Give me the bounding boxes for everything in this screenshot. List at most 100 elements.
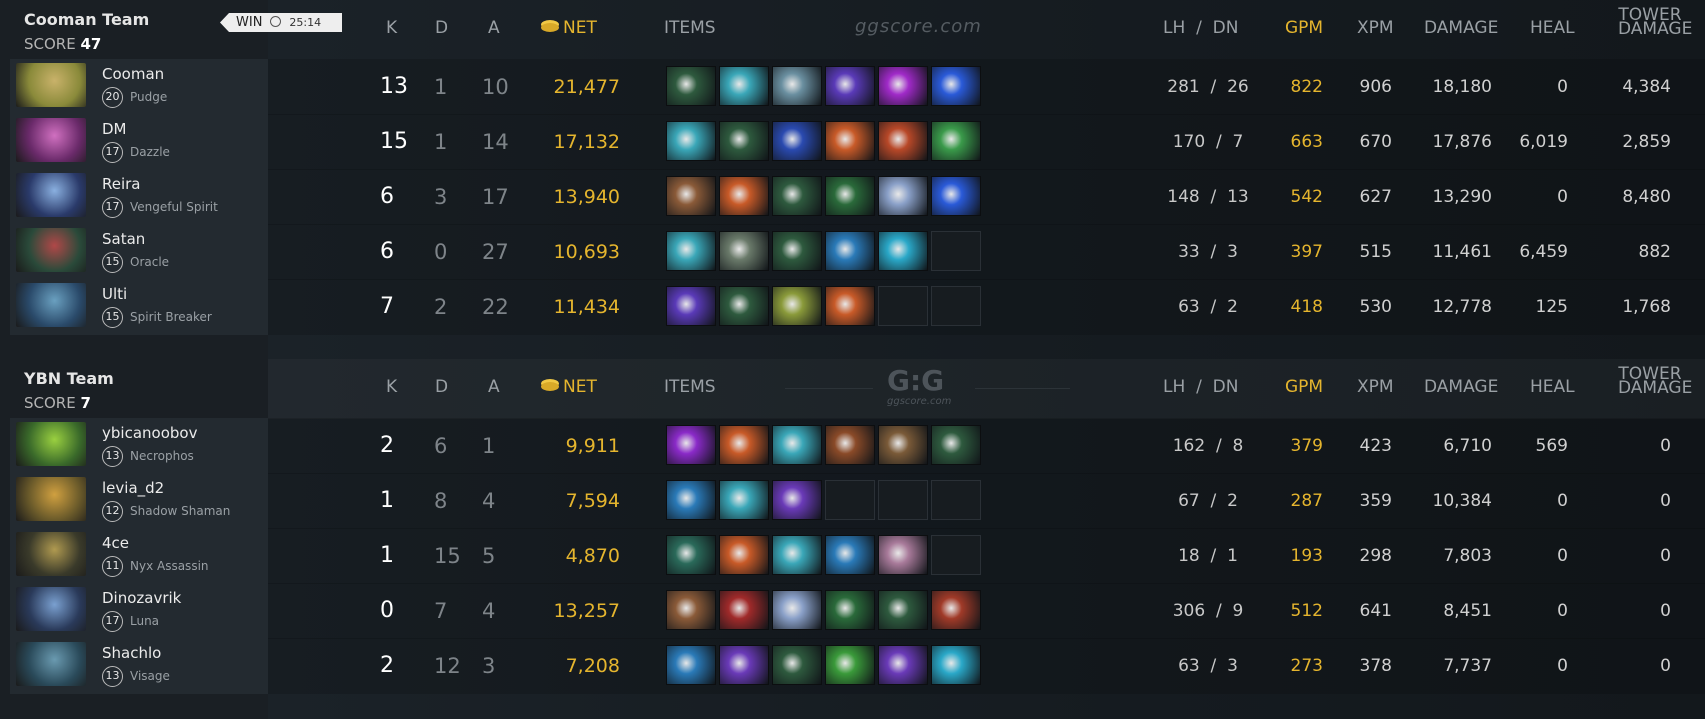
hero-name: Luna: [130, 614, 160, 628]
item-slot-icon[interactable]: [931, 176, 981, 216]
col-xpm: XPM: [1357, 377, 1394, 397]
gpm-value: 822: [1290, 77, 1323, 97]
player-card[interactable]: 4ce 11 Nyx Assassin: [10, 528, 268, 584]
last-hits-value: 33: [1178, 242, 1200, 262]
column-header-row: K D A NET ITEMS LH / DN GPM XPM DAMAGE H…: [268, 359, 1705, 419]
lh-dn-value: 18 / 1: [1178, 546, 1238, 566]
player-card[interactable]: levia_d2 12 Shadow Shaman: [10, 473, 268, 529]
item-slot-icon[interactable]: [931, 66, 981, 106]
item-slot-icon[interactable]: [825, 121, 875, 161]
item-slot-icon[interactable]: [772, 121, 822, 161]
player-card[interactable]: DM 17 Dazzle: [10, 114, 268, 170]
empty-item-slot[interactable]: [931, 231, 981, 271]
item-slot-icon[interactable]: [666, 176, 716, 216]
item-slot-icon[interactable]: [719, 66, 769, 106]
item-slot-icon[interactable]: [666, 231, 716, 271]
item-slot-icon[interactable]: [931, 425, 981, 465]
item-slot-icon[interactable]: [825, 645, 875, 685]
deaths-value: 7: [434, 599, 448, 623]
item-slot-icon[interactable]: [666, 66, 716, 106]
item-slot-icon[interactable]: [719, 645, 769, 685]
player-card[interactable]: Shachlo 13 Visage: [10, 638, 268, 694]
item-slot-icon[interactable]: [772, 535, 822, 575]
team-name: YBN Team: [24, 369, 114, 388]
item-slot-icon[interactable]: [931, 645, 981, 685]
xpm-value: 515: [1359, 242, 1392, 262]
item-slot-icon[interactable]: [878, 535, 928, 575]
item-slot-icon[interactable]: [666, 645, 716, 685]
item-slot-icon[interactable]: [878, 121, 928, 161]
player-card[interactable]: Dinozavrik 17 Luna: [10, 583, 268, 639]
net-worth-value: 9,911: [565, 435, 620, 457]
empty-item-slot[interactable]: [931, 480, 981, 520]
item-slot-icon[interactable]: [666, 535, 716, 575]
item-slot-icon[interactable]: [719, 121, 769, 161]
hero-portrait: [16, 587, 86, 631]
item-slot-icon[interactable]: [825, 66, 875, 106]
item-slot-icon[interactable]: [666, 590, 716, 630]
item-slot-icon[interactable]: [719, 480, 769, 520]
item-slot-icon[interactable]: [772, 286, 822, 326]
item-slot-icon[interactable]: [719, 286, 769, 326]
item-slot-icon[interactable]: [719, 590, 769, 630]
item-slot-icon[interactable]: [878, 645, 928, 685]
item-slot-icon[interactable]: [825, 231, 875, 271]
empty-item-slot[interactable]: [931, 535, 981, 575]
player-card[interactable]: ybicanoobov 13 Necrophos: [10, 418, 268, 474]
hero-name: Shadow Shaman: [130, 504, 231, 518]
player-card[interactable]: Cooman 20 Pudge: [10, 59, 268, 115]
item-slot-icon[interactable]: [772, 425, 822, 465]
net-worth-value: 17,132: [553, 131, 620, 153]
item-slot-icon[interactable]: [666, 480, 716, 520]
empty-item-slot[interactable]: [878, 480, 928, 520]
item-slot-icon[interactable]: [878, 590, 928, 630]
item-slot-icon[interactable]: [772, 231, 822, 271]
player-name: Ulti: [102, 285, 128, 303]
item-slot-icon[interactable]: [772, 645, 822, 685]
xpm-value: 298: [1359, 546, 1392, 566]
item-slot-icon[interactable]: [825, 286, 875, 326]
item-slot-icon[interactable]: [878, 176, 928, 216]
player-card[interactable]: Ulti 15 Spirit Breaker: [10, 279, 268, 335]
col-gpm: GPM: [1285, 18, 1324, 38]
hero-level: 17: [102, 197, 123, 218]
item-slot-icon[interactable]: [772, 590, 822, 630]
denies-value: 3: [1227, 242, 1238, 262]
item-slot-icon[interactable]: [878, 231, 928, 271]
item-slot-icon[interactable]: [825, 535, 875, 575]
item-slot-icon[interactable]: [931, 121, 981, 161]
player-stat-row: 2 6 1 9,911 162 / 8 379 423 6,710 569 0: [268, 418, 1705, 474]
kills-value: 15: [380, 129, 408, 154]
item-slot-icon[interactable]: [878, 66, 928, 106]
empty-item-slot[interactable]: [931, 286, 981, 326]
hero-name: Pudge: [130, 90, 168, 104]
assists-value: 4: [482, 599, 496, 623]
item-slot-icon[interactable]: [666, 425, 716, 465]
last-hits-value: 162: [1172, 436, 1206, 456]
item-slot-icon[interactable]: [719, 176, 769, 216]
item-slot-icon[interactable]: [772, 480, 822, 520]
empty-item-slot[interactable]: [825, 480, 875, 520]
hero-name: Vengeful Spirit: [130, 200, 218, 214]
col-damage: DAMAGE: [1424, 377, 1499, 397]
item-slot-icon[interactable]: [666, 286, 716, 326]
item-slot-icon[interactable]: [719, 425, 769, 465]
empty-item-slot[interactable]: [878, 286, 928, 326]
player-name: Satan: [102, 230, 146, 248]
item-slot-icon[interactable]: [719, 231, 769, 271]
item-slot-icon[interactable]: [772, 176, 822, 216]
item-slot-icon[interactable]: [666, 121, 716, 161]
item-slot-icon[interactable]: [931, 590, 981, 630]
hero-level: 17: [102, 142, 123, 163]
item-slot-icon[interactable]: [772, 66, 822, 106]
player-card[interactable]: Reira 17 Vengeful Spirit: [10, 169, 268, 225]
item-slot-icon[interactable]: [825, 176, 875, 216]
item-slot-icon[interactable]: [825, 425, 875, 465]
col-assists: A: [488, 377, 500, 397]
item-slot-icon[interactable]: [878, 425, 928, 465]
heal-value: 6,019: [1519, 132, 1568, 152]
xpm-value: 359: [1359, 491, 1392, 511]
player-card[interactable]: Satan 15 Oracle: [10, 224, 268, 280]
item-slot-icon[interactable]: [719, 535, 769, 575]
item-slot-icon[interactable]: [825, 590, 875, 630]
